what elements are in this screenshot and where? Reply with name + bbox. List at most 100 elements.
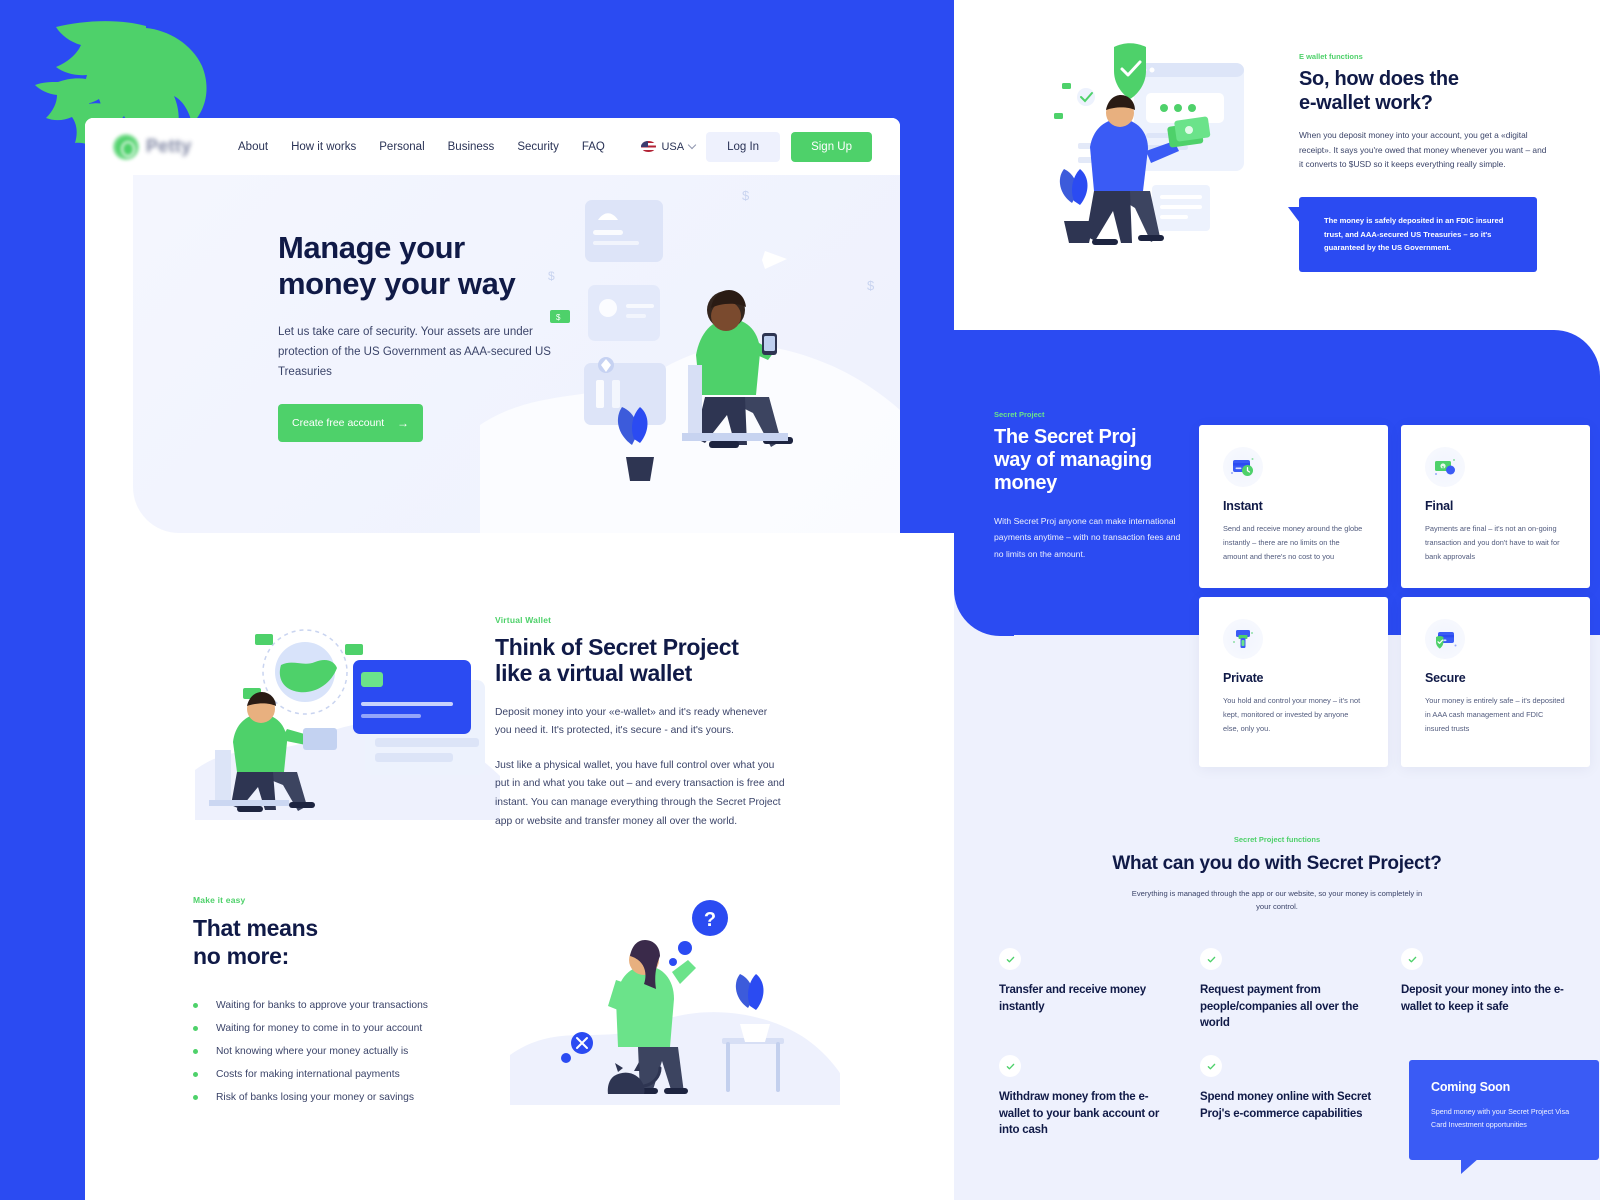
hero-text-block: Manage your money your way Let us take c… [278,230,588,443]
svg-text:$: $ [867,278,875,293]
primary-nav: About How it works Personal Business Sec… [238,141,605,153]
browser-mockup: Petty About How it works Personal Busine… [85,118,900,533]
logo-mark-icon [113,133,139,160]
nm-title-line2: no more: [193,942,289,969]
secret-project-paragraph: With Secret Proj anyone can make interna… [994,515,1181,560]
arrow-right-icon: → [397,416,409,431]
no-more-title: That means no more: [193,915,493,970]
no-more-text: Make it easy That means no more: Waiting… [193,895,493,1115]
logo-wordmark: Petty [146,136,192,156]
hero-title-line2: money your way [278,265,516,301]
secret-project-text: Secret Project The Secret Proj way of ma… [994,410,1189,563]
bullet-icon [193,1026,198,1032]
no-more-item-2: Waiting for money to come in to your acc… [216,1023,423,1035]
presentation-canvas: Petty About How it works Personal Busine… [0,0,1600,1200]
list-item: Waiting for banks to approve your transa… [193,1000,493,1011]
right-page-column: E wallet functions So, how does the e-wa… [954,0,1600,1200]
no-more-item-4: Costs for making international payments [216,1069,400,1081]
feature-card-body: Your money is entirely safe – it's depos… [1425,696,1565,734]
chevron-down-icon [687,140,697,150]
coming-soon-card: Coming Soon Spend money with your Secret… [1409,1060,1599,1174]
no-more-item-3: Not knowing where your money actually is [216,1046,409,1058]
nav-link-faq[interactable]: FAQ [582,141,605,153]
check-circle-icon [999,1055,1021,1077]
navbar-actions: USA Log In Sign Up [641,131,872,162]
svg-text:$: $ [742,188,750,203]
signup-button[interactable]: Sign Up [791,131,872,162]
virtual-wallet-illustration [195,629,500,820]
bullet-icon [193,1072,198,1078]
check-circle-icon [1200,1055,1222,1077]
function-item-withdraw: Withdraw money from the e-wallet to your… [999,1055,1174,1139]
function-item-spend-online: Spend money online with Secret Proj's e-… [1200,1055,1375,1122]
vw-title-line2: like a virtual wallet [495,660,692,687]
feature-card-body: Send and receive money around the globe … [1223,524,1363,562]
ewallet-kicker: E wallet functions [1299,52,1363,61]
list-item: Risk of banks losing your money or savin… [193,1092,493,1103]
feature-card-secure: Secure Your money is entirely safe – it'… [1401,597,1590,767]
login-button[interactable]: Log In [706,131,781,162]
feature-card-body: You hold and control your money – it's n… [1223,696,1361,734]
hero-section: $ $ $ $ Manage your money your way Let u… [133,175,900,533]
virtual-wallet-kicker: Virtual Wallet [495,615,552,625]
fdic-callout-box: The money is safely deposited in an FDIC… [1288,197,1537,272]
sp-title-line1: The Secret Proj [994,426,1137,448]
check-circle-icon [1200,948,1222,970]
site-navbar: Petty About How it works Personal Busine… [85,118,900,175]
ewallet-illustration [1054,43,1244,245]
nav-link-how-it-works[interactable]: How it works [291,141,356,153]
brand-logo[interactable]: Petty [113,133,229,160]
no-more-list: Waiting for banks to approve your transa… [193,1000,493,1103]
virtual-wallet-paragraph-1: Deposit money into your «e-wallet» and i… [495,706,768,737]
function-label: Deposit your money into the e-wallet to … [1401,984,1564,1013]
nav-link-security[interactable]: Security [517,141,559,153]
feature-card-title: Private [1223,671,1264,685]
page-title: Manage your money your way [278,230,588,302]
confused-person-illustration: ? [510,900,840,1105]
functions-kicker: Secret Project functions [1233,835,1321,844]
virtual-wallet-title: Think of Secret Project like a virtual w… [495,634,785,687]
function-label: Spend money online with Secret Proj's e-… [1200,1091,1372,1120]
check-circle-icon [1401,948,1423,970]
virtual-wallet-text: Virtual Wallet Think of Secret Project l… [495,615,785,831]
create-free-account-button[interactable]: Create free account → [278,404,423,443]
secret-project-title: The Secret Proj way of managing money [994,426,1189,496]
corner-shape-bottom-left [954,576,1014,636]
feature-card-title: Instant [1223,499,1263,513]
bullet-icon [193,1095,198,1101]
functions-section: Secret Project functions What can you do… [954,835,1600,1174]
nav-link-business[interactable]: Business [448,141,495,153]
feature-card-body: Payments are final – it's not an on-goin… [1425,524,1560,562]
feature-card-title: Final [1425,499,1454,513]
ewallet-title: So, how does the e-wallet work? [1299,68,1547,115]
us-flag-icon [641,141,657,152]
no-more-item-5: Risk of banks losing your money or savin… [216,1092,415,1104]
corner-shape-top-right [1540,330,1600,390]
functions-header: Secret Project functions What can you do… [954,835,1600,914]
sp-title-line2: way of managing [994,449,1152,472]
feature-card-private: Private You hold and control your money … [1199,597,1388,767]
locale-label: USA [661,140,685,153]
atm-cash-icon [1223,619,1263,659]
no-more-item-1: Waiting for banks to approve your transa… [216,1000,428,1012]
card-shield-icon [1425,619,1465,659]
ewallet-section: E wallet functions So, how does the e-wa… [954,0,1600,330]
banknote-coin-icon: $ [1425,447,1465,487]
bullet-icon [193,1049,198,1055]
nav-link-personal[interactable]: Personal [379,141,424,153]
callout-text: The money is safely deposited in an FDIC… [1324,216,1504,253]
card-clock-icon [1223,447,1263,487]
list-item: Waiting for money to come in to your acc… [193,1023,493,1034]
function-item-deposit: Deposit your money into the e-wallet to … [1401,948,1600,1015]
locale-selector[interactable]: USA [641,140,697,153]
left-page-column: Petty About How it works Personal Busine… [0,0,954,1200]
nm-title-line1: That means [193,915,318,941]
function-label: Transfer and receive money instantly [999,984,1146,1013]
feature-card-title: Secure [1425,671,1466,685]
no-more-kicker: Make it easy [193,895,246,905]
svg-text:?: ? [704,909,716,931]
function-item-transfer: Transfer and receive money instantly [999,948,1174,1015]
functions-subtitle: Everything is managed through the app or… [1131,889,1423,912]
hero-title-line1: Manage your [278,230,465,265]
nav-link-about[interactable]: About [238,141,268,153]
